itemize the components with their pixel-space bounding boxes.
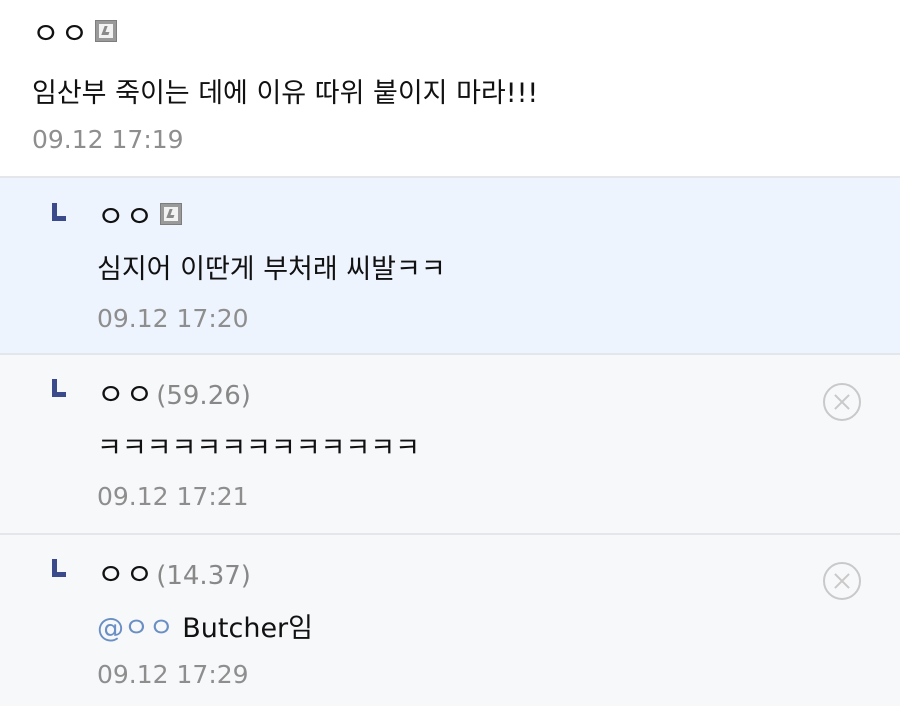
nickname[interactable]: ㅇㅇ — [97, 381, 154, 411]
comment-time: 09.12 17:21 — [97, 482, 249, 511]
comment-author: ㅇㅇ — [32, 20, 118, 50]
comment-time: 09.12 17:19 — [32, 125, 184, 154]
ip-address: (14.37) — [156, 561, 251, 591]
delete-icon[interactable] — [823, 562, 861, 600]
fixed-nick-icon — [160, 203, 183, 225]
nickname[interactable]: ㅇㅇ — [32, 20, 89, 50]
reply-item: ㅇㅇ 심지어 이딴게 부처래 씨발ㅋㅋ 09.12 17:20 — [0, 178, 900, 355]
comment-author: ㅇㅇ (14.37) — [97, 561, 251, 591]
fixed-nick-icon — [95, 20, 118, 42]
reply-item: ㅇㅇ (59.26) ㅋㅋㅋㅋㅋㅋㅋㅋㅋㅋㅋㅋㅋ 09.12 17:21 — [0, 355, 900, 535]
comment-time: 09.12 17:20 — [97, 304, 249, 333]
comment-time: 09.12 17:29 — [97, 660, 249, 689]
nickname[interactable]: ㅇㅇ — [97, 561, 154, 591]
comment-text: 심지어 이딴게 부처래 씨발ㅋㅋ — [97, 254, 446, 285]
comment-author: ㅇㅇ — [97, 203, 183, 233]
reply-arrow-icon — [52, 379, 66, 397]
mention-link[interactable]: @ㅇㅇ — [97, 613, 174, 644]
delete-icon[interactable] — [823, 383, 861, 421]
reply-arrow-icon — [52, 559, 66, 577]
ip-address: (59.26) — [156, 381, 251, 411]
reply-arrow-icon — [52, 203, 66, 221]
reply-text: Butcher임 — [173, 613, 314, 644]
comment-text: @ㅇㅇ Butcher임 — [97, 615, 313, 642]
reply-item: ㅇㅇ (14.37) @ㅇㅇ Butcher임 09.12 17:29 — [0, 535, 900, 706]
comment-text: 임산부 죽이는 데에 이유 따위 붙이지 마라!!! — [32, 78, 539, 109]
comment-root: ㅇㅇ 임산부 죽이는 데에 이유 따위 붙이지 마라!!! 09.12 17:1… — [0, 0, 900, 178]
nickname[interactable]: ㅇㅇ — [97, 203, 154, 233]
comment-text: ㅋㅋㅋㅋㅋㅋㅋㅋㅋㅋㅋㅋㅋ — [97, 433, 420, 464]
comment-author: ㅇㅇ (59.26) — [97, 381, 251, 411]
